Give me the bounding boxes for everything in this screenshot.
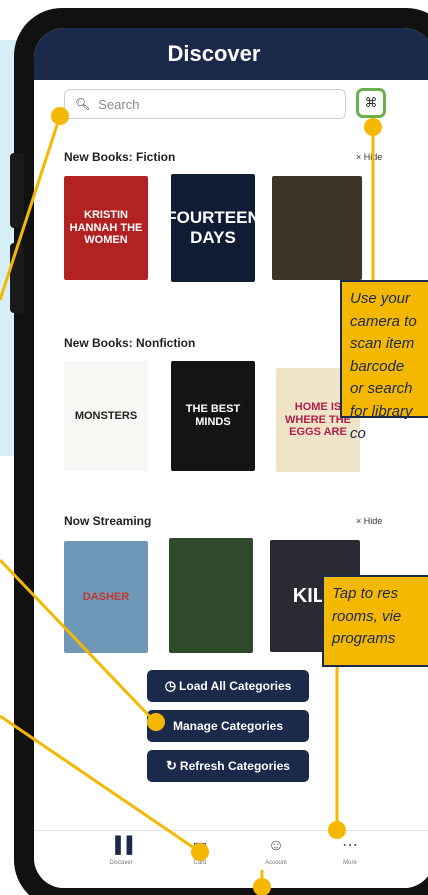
- scan-callout: Use your camera to scan item barcode or …: [340, 280, 428, 442]
- annotation-dot: [191, 843, 209, 861]
- annotation-dot: [51, 107, 69, 125]
- more-callout: Tap to res rooms, vie programs: [322, 575, 428, 667]
- annotation-dot: [253, 878, 271, 895]
- annotation-dot: [364, 118, 382, 136]
- annotation-lines: [0, 115, 375, 895]
- stage: Discover 🔍︎ Search ⌘ New Books: Fiction …: [0, 0, 428, 895]
- annotation-dot: [147, 713, 165, 731]
- annotation-dot: [328, 821, 346, 839]
